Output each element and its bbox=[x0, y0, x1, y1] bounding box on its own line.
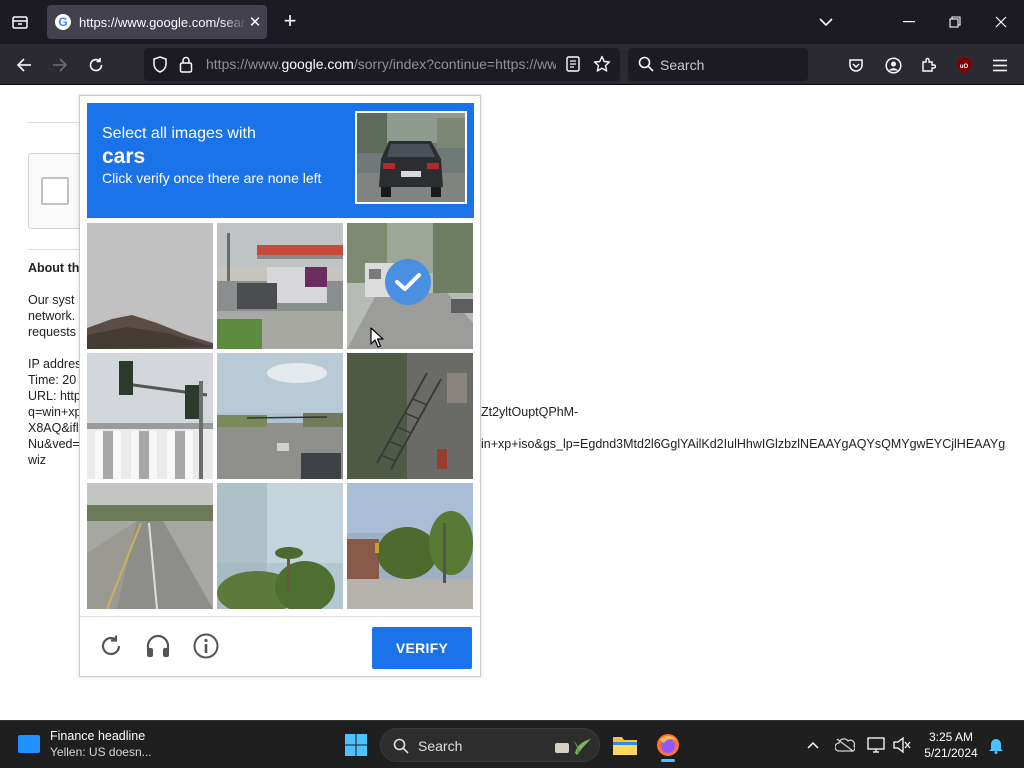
captcha-target: cars bbox=[102, 145, 146, 168]
news-subtitle: Yellen: US doesn... bbox=[50, 745, 152, 759]
google-favicon-icon: G bbox=[55, 14, 71, 30]
url-line-nu: Nu&ved= bbox=[28, 437, 80, 451]
captcha-tile-7[interactable] bbox=[87, 483, 213, 609]
active-tab[interactable]: G https://www.google.com/search ✕ bbox=[47, 5, 267, 39]
close-window-icon[interactable] bbox=[978, 0, 1024, 44]
search-highlight-icon bbox=[553, 735, 593, 762]
url-line-q: q=win+xp bbox=[28, 405, 82, 419]
search-bar[interactable]: Search bbox=[628, 48, 808, 81]
url-line: URL: http bbox=[28, 389, 81, 403]
restore-icon[interactable] bbox=[932, 0, 978, 44]
pocket-icon[interactable] bbox=[843, 52, 869, 78]
info-icon[interactable] bbox=[191, 631, 221, 661]
url-continuation-1: Zt2yltOuptQPhM- bbox=[481, 405, 579, 419]
about-line-3: requests bbox=[28, 325, 76, 339]
back-arrow-icon[interactable] bbox=[11, 52, 37, 78]
reload-challenge-icon[interactable] bbox=[96, 631, 126, 661]
captcha-footer: VERIFY bbox=[80, 616, 480, 676]
minimize-icon[interactable] bbox=[886, 0, 932, 44]
volume-muted-icon[interactable] bbox=[886, 729, 918, 761]
taskbar-search[interactable]: Search bbox=[380, 728, 600, 762]
active-app-indicator bbox=[661, 759, 675, 762]
clock-time: 3:25 AM bbox=[928, 730, 974, 744]
about-line-2: network. bbox=[28, 309, 76, 323]
ublock-origin-icon[interactable]: uO bbox=[951, 52, 977, 78]
verify-button[interactable]: VERIFY bbox=[372, 627, 472, 669]
captcha-header: Select all images with cars Click verify… bbox=[87, 103, 474, 218]
windows-start-icon[interactable] bbox=[340, 729, 372, 761]
taskbar-search-label: Search bbox=[418, 738, 463, 754]
ip-address-line: IP addres bbox=[28, 357, 82, 371]
close-tab-icon[interactable]: ✕ bbox=[247, 13, 263, 31]
tab-bar: G https://www.google.com/search ✕ + bbox=[0, 0, 1024, 44]
reload-icon[interactable] bbox=[83, 52, 109, 78]
url-line-wiz: wiz bbox=[28, 453, 47, 467]
url-line-x8aq: X8AQ&ifl bbox=[28, 421, 79, 435]
captcha-tile-5[interactable] bbox=[217, 353, 343, 479]
captcha-instruction: Select all images with bbox=[102, 125, 256, 142]
captcha-tile-6[interactable] bbox=[347, 353, 473, 479]
forward-arrow-icon[interactable] bbox=[47, 52, 73, 78]
notifications-bell-icon[interactable] bbox=[980, 729, 1012, 761]
tab-overflow-chevron-icon[interactable] bbox=[803, 0, 849, 44]
mouse-cursor-icon bbox=[370, 327, 384, 353]
bookmark-star-icon[interactable] bbox=[593, 55, 611, 78]
captcha-tile-1[interactable] bbox=[87, 223, 213, 349]
tab-title: https://www.google.com/search bbox=[79, 14, 247, 30]
captcha-tile-3[interactable] bbox=[347, 223, 473, 349]
reader-view-icon[interactable] bbox=[566, 56, 580, 77]
url-text: https://www.google.com/sorry/index?conti… bbox=[206, 56, 556, 72]
file-explorer-icon[interactable] bbox=[609, 729, 641, 761]
captcha-image-grid bbox=[87, 223, 474, 610]
account-icon[interactable] bbox=[880, 52, 906, 78]
svg-text:uO: uO bbox=[960, 64, 969, 70]
captcha-tile-4[interactable] bbox=[87, 353, 213, 479]
tracking-protection-shield-icon[interactable] bbox=[152, 56, 168, 78]
onedrive-icon[interactable] bbox=[829, 729, 861, 761]
audio-challenge-headphones-icon[interactable] bbox=[143, 631, 173, 661]
about-heading: About th bbox=[28, 261, 80, 275]
clock-date: 5/21/2024 bbox=[924, 746, 978, 760]
firefox-taskbar-icon[interactable] bbox=[652, 729, 684, 762]
address-bar[interactable]: https://www.google.com/sorry/index?conti… bbox=[144, 48, 620, 81]
selected-check-icon bbox=[385, 259, 431, 305]
url-continuation-2: in+xp+iso&gs_lp=Egdnd3Mtd2l6GglYAilKd2Iu… bbox=[481, 437, 1006, 451]
news-widget[interactable]: Finance headline Yellen: US doesn... bbox=[18, 727, 168, 763]
finance-widget-icon bbox=[18, 735, 40, 753]
search-icon bbox=[638, 56, 654, 77]
captcha-challenge: Select all images with cars Click verify… bbox=[79, 95, 481, 677]
captcha-tile-9[interactable] bbox=[347, 483, 473, 609]
navigation-toolbar: https://www.google.com/sorry/index?conti… bbox=[0, 44, 1024, 85]
windows-taskbar: Finance headline Yellen: US doesn... Sea… bbox=[0, 720, 1024, 768]
time-line: Time: 20 bbox=[28, 373, 77, 387]
captcha-subinstruction: Click verify once there are none left bbox=[102, 170, 322, 186]
menu-hamburger-icon[interactable] bbox=[987, 52, 1013, 78]
new-tab-icon[interactable]: + bbox=[279, 10, 301, 34]
taskbar-search-icon bbox=[393, 738, 409, 759]
sample-car-image bbox=[355, 111, 467, 204]
system-clock[interactable]: 3:25 AM 5/21/2024 bbox=[918, 729, 984, 761]
show-hidden-icons-chevron-icon[interactable] bbox=[797, 729, 829, 761]
extensions-puzzle-icon[interactable] bbox=[915, 52, 941, 78]
captcha-tile-8[interactable] bbox=[217, 483, 343, 609]
recaptcha-checkbox[interactable] bbox=[41, 177, 69, 205]
list-all-tabs-icon[interactable] bbox=[8, 10, 32, 34]
lock-icon[interactable] bbox=[179, 56, 193, 78]
news-headline: Finance headline bbox=[50, 729, 146, 743]
captcha-tile-2[interactable] bbox=[217, 223, 343, 349]
about-line-1: Our syst bbox=[28, 293, 75, 307]
search-placeholder: Search bbox=[660, 57, 705, 73]
